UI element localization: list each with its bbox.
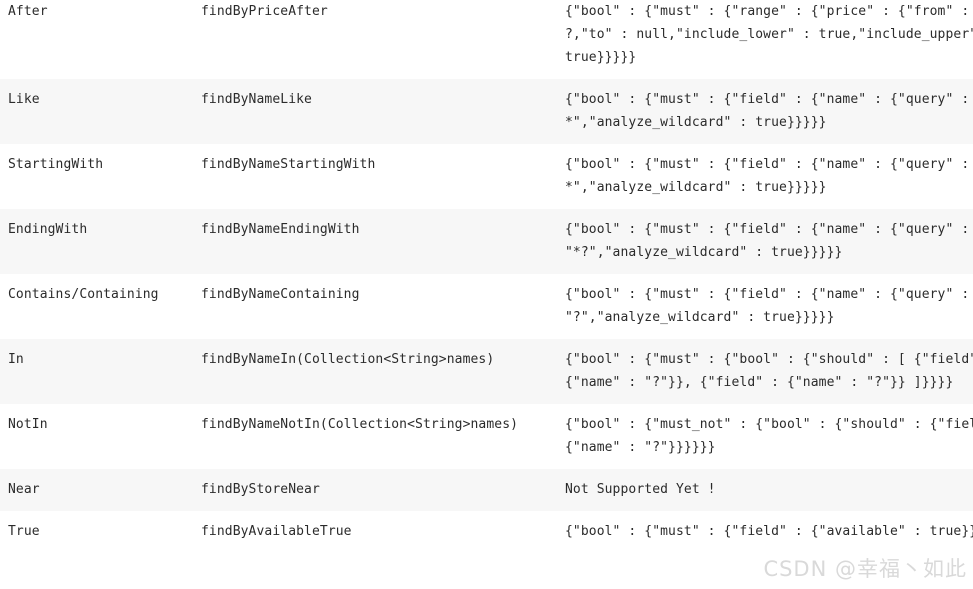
- cell-sample: findByNameLike: [201, 92, 312, 107]
- cell-keyword: NotIn: [8, 417, 48, 432]
- cell-keyword: Contains/Containing: [8, 287, 159, 302]
- cell-sample: findByNameNotIn(Collection<String>names): [201, 417, 519, 432]
- cell-keyword: After: [8, 4, 48, 19]
- cell-keyword: Like: [8, 92, 40, 107]
- cell-keyword: True: [8, 524, 40, 539]
- table-row: Near findByStoreNear Not Supported Yet !: [0, 469, 973, 511]
- cell-query: {"bool" : {"must" : {"field" : {"name" :…: [565, 92, 973, 130]
- cell-sample: findByStoreNear: [201, 482, 320, 497]
- cell-query: {"bool" : {"must" : {"field" : {"name" :…: [565, 222, 970, 260]
- cell-sample: findByNameIn(Collection<String>names): [201, 352, 495, 367]
- table-row: NotIn findByNameNotIn(Collection<String>…: [0, 404, 973, 469]
- table-row: Like findByNameLike {"bool" : {"must" : …: [0, 79, 973, 144]
- keyword-query-table: After findByPriceAfter {"bool" : {"must"…: [0, 0, 973, 553]
- cell-query: {"bool" : {"must" : {"bool" : {"should" …: [565, 352, 973, 390]
- cell-sample: findByNameEndingWith: [201, 222, 360, 237]
- cell-keyword: In: [8, 352, 24, 367]
- cell-query: {"bool" : {"must" : {"field" : {"name" :…: [565, 287, 970, 325]
- table-row: EndingWith findByNameEndingWith {"bool" …: [0, 209, 973, 274]
- table-row: After findByPriceAfter {"bool" : {"must"…: [0, 0, 973, 79]
- cell-query: Not Supported Yet !: [565, 482, 716, 497]
- cell-keyword: Near: [8, 482, 40, 497]
- cell-sample: findByNameContaining: [201, 287, 360, 302]
- cell-sample: findByAvailableTrue: [201, 524, 352, 539]
- cell-query: {"bool" : {"must" : {"field" : {"availab…: [565, 524, 973, 539]
- cell-query: {"bool" : {"must" : {"field" : {"name" :…: [565, 157, 973, 195]
- cell-keyword: StartingWith: [8, 157, 104, 172]
- table-row: StartingWith findByNameStartingWith {"bo…: [0, 144, 973, 209]
- table-row: Contains/Containing findByNameContaining…: [0, 274, 973, 339]
- table-row: In findByNameIn(Collection<String>names)…: [0, 339, 973, 404]
- csdn-watermark: CSDN @幸福丶如此: [763, 557, 967, 581]
- cell-keyword: EndingWith: [8, 222, 88, 237]
- cell-query: {"bool" : {"must_not" : {"bool" : {"shou…: [565, 417, 973, 455]
- cell-query: {"bool" : {"must" : {"range" : {"price" …: [565, 4, 973, 65]
- cell-sample: findByNameStartingWith: [201, 157, 376, 172]
- table-body: After findByPriceAfter {"bool" : {"must"…: [0, 0, 973, 553]
- cell-sample: findByPriceAfter: [201, 4, 328, 19]
- table-row: True findByAvailableTrue {"bool" : {"mus…: [0, 511, 973, 553]
